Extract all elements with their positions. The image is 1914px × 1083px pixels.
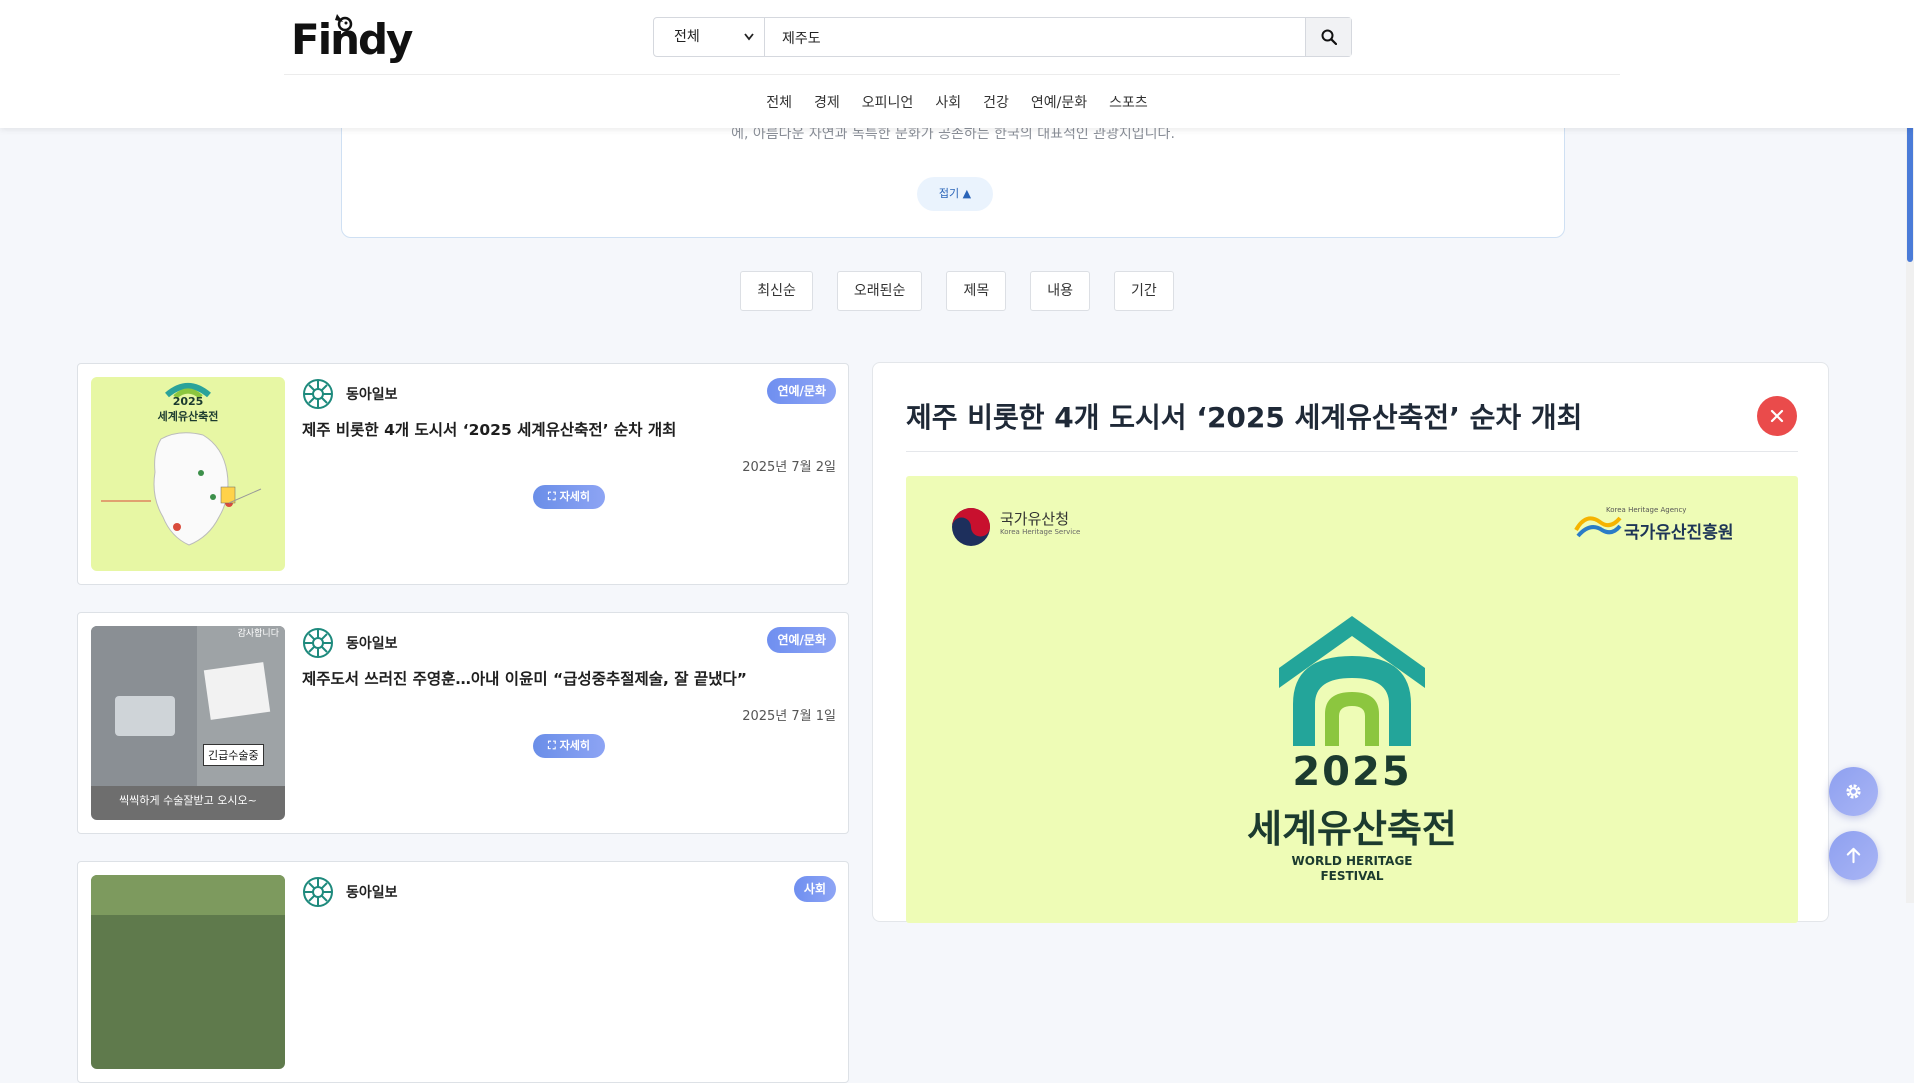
article-thumbnail: 감사합니다 긴급수술중 씩씩하게 수술잘받고 오시오~ (91, 626, 285, 820)
festival-english-line2: FESTIVAL (1320, 869, 1384, 883)
nav-item-entertainment[interactable]: 연예/문화 (1031, 92, 1087, 112)
thumbnail-caption-mid: 긴급수술중 (203, 744, 264, 766)
detail-button[interactable]: ⛶ 자세히 (533, 734, 605, 758)
article-card[interactable]: 2025 세계유산축전 동아일보 연예/문화 제주 비롯한 4개 도시서 ‘20… (77, 363, 849, 585)
publisher-name: 동아일보 (346, 636, 398, 652)
nav-item-economy[interactable]: 경제 (814, 92, 840, 112)
category-badge: 연예/문화 (767, 627, 836, 653)
article-date: 2025년 7월 1일 (742, 709, 836, 724)
thumbnail-year: 2025 (172, 395, 204, 408)
search-category-select[interactable]: 전체 (654, 18, 765, 56)
arrow-up-icon (1846, 847, 1861, 864)
search-icon (1321, 29, 1337, 45)
header-divider (284, 74, 1620, 75)
article-detail-panel: 제주 비롯한 4개 도시서 ‘2025 세계유산축전’ 순차 개최 국가유산청 … (872, 362, 1829, 923)
category-badge: 사회 (793, 876, 836, 902)
org-right-name: 국가유산진흥원 (1624, 523, 1734, 543)
search-category-value: 전체 (674, 29, 700, 45)
gear-icon (1846, 784, 1861, 799)
search-button[interactable] (1305, 18, 1351, 56)
publisher-logo-icon (303, 628, 333, 658)
article-card[interactable]: 동아일보 사회 (77, 861, 849, 1083)
sort-oldest-button[interactable]: 오래된순 (836, 271, 923, 311)
sort-title-button[interactable]: 제목 (946, 271, 1007, 311)
search-bar: 전체 (653, 17, 1352, 58)
detail-title: 제주 비롯한 4개 도시서 ‘2025 세계유산축전’ 순차 개최 (906, 401, 1583, 434)
article-date: 2025년 7월 2일 (742, 460, 836, 475)
korea-heritage-agency-logo-icon (1574, 516, 1622, 538)
thumbnail-title: 세계유산축전 (157, 410, 219, 423)
article-thumbnail: 2025 세계유산축전 (91, 377, 285, 571)
logo-bird-icon (335, 14, 353, 32)
detail-divider (906, 451, 1798, 452)
tree-photo (91, 875, 285, 915)
nav-item-opinion[interactable]: 오피니언 (862, 92, 914, 112)
festival-year: 2025 (1292, 749, 1412, 795)
collapse-button[interactable]: 접기 ▲ (917, 177, 993, 211)
detail-poster-image: 국가유산청 Korea Heritage Service Korea Herit… (906, 476, 1798, 923)
org-left-name: 국가유산청 (1000, 510, 1070, 528)
category-badge: 연예/문화 (767, 378, 836, 404)
nav-item-society[interactable]: 사회 (935, 92, 961, 112)
nav-item-health[interactable]: 건강 (983, 92, 1009, 112)
article-title[interactable]: 제주 비롯한 4개 도시서 ‘2025 세계유산축전’ 순차 개최 (302, 418, 676, 440)
festival-name: 세계유산축전 (1247, 807, 1457, 851)
publisher-logo-icon (303, 379, 333, 409)
korea-heritage-service-logo-icon (952, 508, 990, 546)
festival-gate-logo-icon (1279, 616, 1425, 746)
document-shape (203, 662, 271, 720)
detail-button[interactable]: ⛶ 자세히 (533, 485, 605, 509)
stretcher-shape (115, 696, 175, 736)
sort-content-button[interactable]: 내용 (1030, 271, 1090, 311)
close-button[interactable] (1757, 396, 1797, 436)
sort-newest-button[interactable]: 최신순 (740, 271, 813, 311)
article-thumbnail (91, 875, 285, 1069)
category-nav: 전체 경제 오피니언 사회 건강 연예/문화 스포츠 (0, 92, 1914, 112)
chevron-down-icon (744, 33, 754, 41)
close-icon (1770, 409, 1784, 423)
thumbnail-caption-bottom: 씩씩하게 수술잘받고 오시오~ (119, 794, 257, 807)
nav-item-sports[interactable]: 스포츠 (1109, 92, 1148, 112)
publisher-logo-icon (303, 877, 333, 907)
publisher-name: 동아일보 (346, 387, 398, 403)
sort-bar: 최신순 오래된순 제목 내용 기간 (0, 271, 1914, 311)
page-scrollbar[interactable] (1906, 0, 1914, 903)
sort-period-button[interactable]: 기간 (1113, 271, 1174, 311)
settings-button[interactable] (1829, 767, 1878, 816)
site-header: Findy 전체 전체 경제 오피니언 사회 건강 연예/문화 스포츠 (0, 0, 1914, 128)
article-card[interactable]: 감사합니다 긴급수술중 씩씩하게 수술잘받고 오시오~ 동아일보 연예/문화 제… (77, 612, 849, 834)
nav-item-all[interactable]: 전체 (766, 92, 792, 112)
article-title[interactable]: 제주도서 쓰러진 주영훈…아내 이윤미 “급성중추절제술, 잘 끝냈다” (302, 667, 747, 689)
findy-logo[interactable]: Findy (291, 14, 413, 66)
org-right-subtitle: Korea Heritage Agency (1606, 506, 1687, 514)
festival-english-line1: WORLD HERITAGE (1291, 854, 1413, 868)
publisher-name: 동아일보 (346, 885, 398, 901)
org-left-subtitle: Korea Heritage Service (1000, 528, 1081, 536)
scroll-top-button[interactable] (1829, 831, 1878, 880)
thumbnail-caption-top: 감사합니다 (237, 629, 279, 639)
search-input[interactable] (766, 18, 1324, 58)
